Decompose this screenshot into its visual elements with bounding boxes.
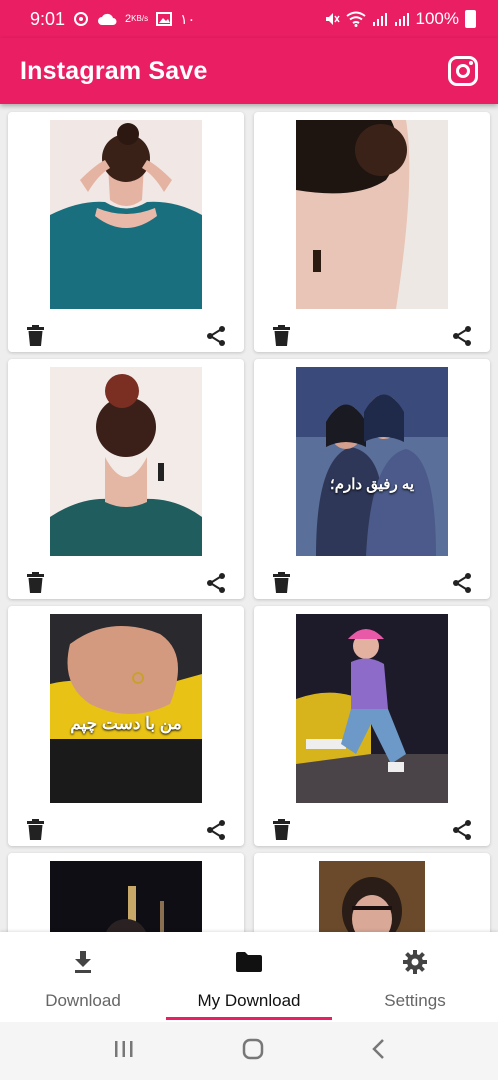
- trash-icon[interactable]: [273, 572, 290, 593]
- card-actions: [254, 312, 490, 352]
- card-thumbnail[interactable]: یه رفیق دارم؛: [296, 367, 448, 556]
- signal-icon-2: [394, 11, 410, 27]
- card-actions: [8, 559, 244, 599]
- wifi-icon: [345, 11, 366, 27]
- card-thumbnail[interactable]: [296, 120, 448, 309]
- card-actions: [254, 806, 490, 846]
- overlay-title: من با دست چپم: [70, 714, 182, 733]
- battery-icon: [465, 10, 476, 28]
- card-thumbnail[interactable]: [50, 861, 202, 932]
- share-icon[interactable]: [450, 818, 474, 842]
- active-tab-indicator: [166, 1017, 332, 1020]
- trash-icon[interactable]: [27, 572, 44, 593]
- notification-dot-icon: [73, 11, 89, 27]
- share-icon[interactable]: [204, 324, 228, 348]
- folder-icon: [235, 948, 263, 976]
- status-bar: 9:01 2 KB/s ۱۰ 100%: [0, 0, 498, 38]
- download-card: [254, 112, 490, 352]
- gear-icon: [401, 948, 429, 976]
- trash-icon[interactable]: [27, 325, 44, 346]
- home-icon[interactable]: [242, 1038, 264, 1065]
- download-card: من با دست چپم: [8, 606, 244, 846]
- nav-label: Download: [45, 991, 121, 1010]
- mute-icon: [324, 11, 340, 27]
- nav-label: My Download: [197, 991, 301, 1010]
- share-icon[interactable]: [450, 571, 474, 595]
- app-bar: Instagram Save: [0, 38, 498, 104]
- share-icon[interactable]: [450, 324, 474, 348]
- downloads-grid: یه رفیق دارم؛ من با دست چپم: [0, 104, 498, 932]
- system-navigation-bar: [0, 1022, 498, 1080]
- bottom-navigation: Download My Download Settings: [0, 932, 498, 1022]
- trash-icon[interactable]: [273, 325, 290, 346]
- card-actions: [8, 806, 244, 846]
- trash-icon[interactable]: [27, 819, 44, 840]
- card-actions: [254, 559, 490, 599]
- instagram-icon[interactable]: [448, 56, 478, 86]
- download-card: [254, 606, 490, 846]
- trash-icon[interactable]: [273, 819, 290, 840]
- nav-settings[interactable]: Settings: [332, 932, 498, 1022]
- card-thumbnail[interactable]: [296, 614, 448, 803]
- nav-my-download[interactable]: My Download: [166, 932, 332, 1022]
- card-thumbnail[interactable]: من با دست چپم: [50, 614, 202, 803]
- card-thumbnail[interactable]: [50, 120, 202, 309]
- nav-download[interactable]: Download: [0, 932, 166, 1022]
- download-icon: [69, 948, 97, 976]
- data-speed: 2 KB/s: [125, 13, 149, 25]
- card-thumbnail[interactable]: [50, 367, 202, 556]
- recent-apps-icon[interactable]: [113, 1040, 135, 1063]
- download-card: [8, 853, 244, 932]
- clock: 9:01: [30, 8, 66, 29]
- overlay-title: یه رفیق دارم؛: [329, 476, 415, 493]
- app-title: Instagram Save: [20, 56, 208, 85]
- notification-count: ۱۰: [180, 10, 196, 27]
- download-card: [8, 359, 244, 599]
- nav-label: Settings: [384, 991, 446, 1010]
- download-card: [254, 853, 490, 932]
- card-thumbnail[interactable]: [319, 861, 425, 932]
- card-actions: [8, 312, 244, 352]
- battery-percent: 100%: [415, 9, 459, 28]
- cloud-icon: [97, 12, 117, 26]
- download-card: [8, 112, 244, 352]
- image-icon: [156, 12, 173, 26]
- signal-icon-1: [372, 11, 388, 27]
- download-card: یه رفیق دارم؛: [254, 359, 490, 599]
- back-icon[interactable]: [371, 1038, 385, 1065]
- share-icon[interactable]: [204, 818, 228, 842]
- share-icon[interactable]: [204, 571, 228, 595]
